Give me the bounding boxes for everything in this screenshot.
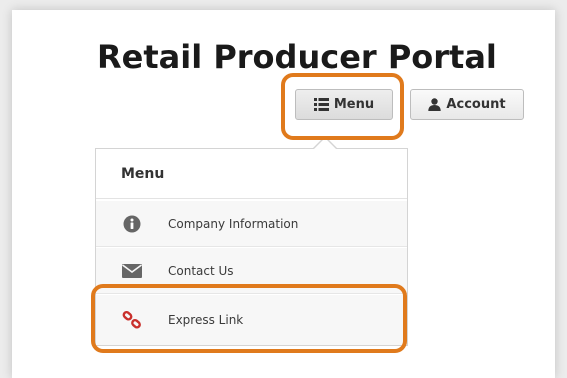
envelope-icon [96,263,168,278]
menu-item-label: Company Information [168,216,299,231]
highlight-menu-button [281,73,404,140]
highlight-express-link [91,284,407,353]
dropdown-heading: Menu [96,149,407,199]
screenshot-canvas: Retail Producer Portal Menu Account Menu [0,0,567,378]
user-icon [428,98,442,111]
info-circle-icon [96,215,168,233]
menu-item-company-information[interactable]: Company Information [96,201,407,247]
account-button-label: Account [446,97,506,112]
page-title: Retail Producer Portal [97,38,497,76]
menu-item-label: Contact Us [168,263,234,278]
account-button[interactable]: Account [410,89,524,120]
